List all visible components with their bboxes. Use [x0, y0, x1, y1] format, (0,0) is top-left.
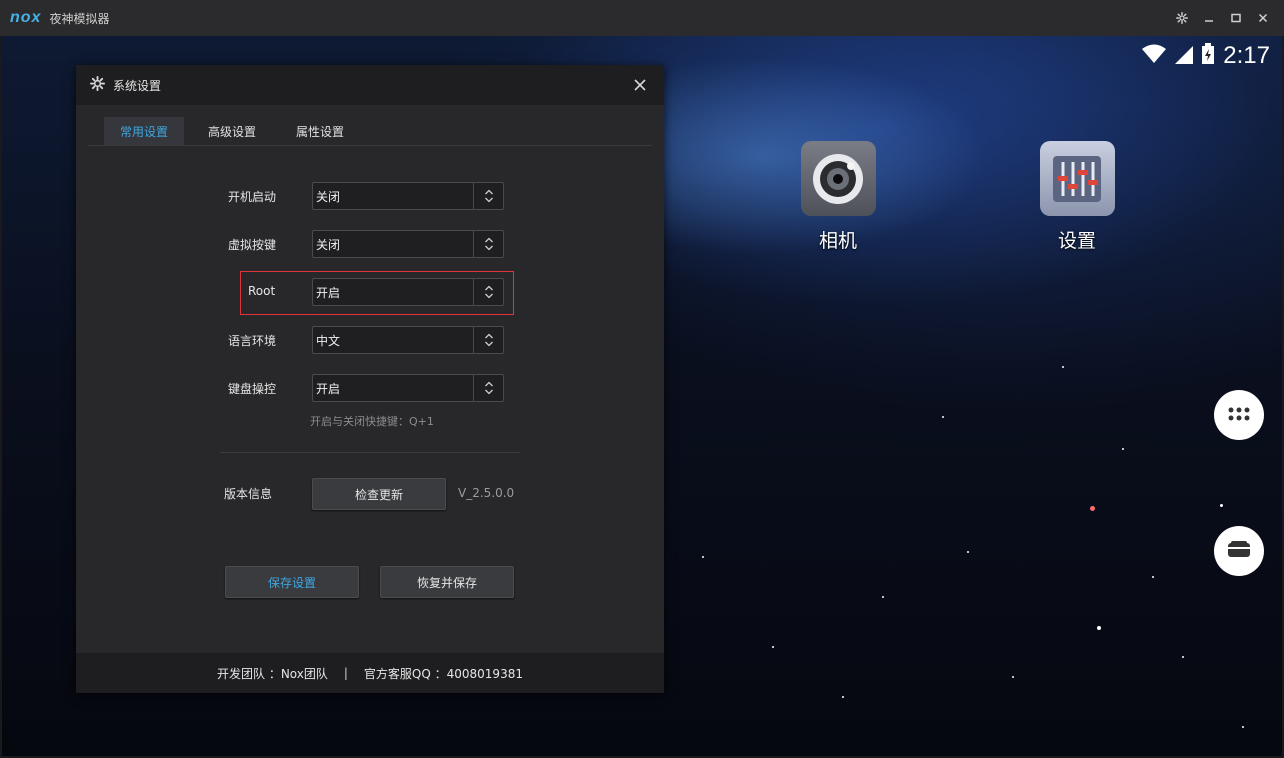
- camera-icon: [800, 141, 876, 216]
- root-label: Root: [248, 284, 276, 298]
- language-label: 语言环境: [228, 334, 277, 348]
- app-label: 设置: [1057, 230, 1096, 252]
- footer-divider: |: [343, 666, 348, 680]
- star-decoration: [772, 646, 774, 648]
- root-select[interactable]: 开启: [312, 278, 504, 306]
- version-info-label: 版本信息: [224, 487, 273, 501]
- star-decoration: [1122, 448, 1124, 450]
- select-value: 关闭: [316, 237, 341, 252]
- app-camera[interactable]: 相机: [783, 141, 893, 253]
- star-decoration: [1097, 626, 1101, 630]
- gear-icon[interactable]: [1168, 6, 1195, 30]
- dialog-title: 系统设置: [113, 78, 162, 93]
- section-divider: [220, 452, 520, 453]
- gear-icon: [90, 75, 105, 95]
- signal-icon: [1175, 44, 1194, 68]
- wifi-icon: [1141, 44, 1167, 68]
- emulator-titlebar: nox 夜神模拟器: [0, 0, 1284, 36]
- select-value: 开启: [316, 381, 341, 396]
- nox-logo: nox: [10, 9, 42, 26]
- wallet-icon: [1228, 541, 1250, 561]
- save-settings-button[interactable]: 保存设置: [225, 566, 359, 598]
- up-down-chevron-icon: [473, 375, 503, 401]
- star-decoration: [1242, 726, 1244, 728]
- virtual-keys-select[interactable]: 关闭: [312, 230, 504, 258]
- app-drawer-button[interactable]: [1214, 390, 1264, 440]
- star-decoration: [702, 556, 704, 558]
- boot-start-label: 开机启动: [228, 190, 277, 204]
- star-decoration: [967, 551, 969, 553]
- version-number: V_2.5.0.0: [458, 486, 515, 500]
- keyboard-shortcut-hint: 开启与关闭快捷键：Q+1: [310, 415, 434, 428]
- maximize-icon[interactable]: [1222, 6, 1249, 30]
- language-select[interactable]: 中文: [312, 326, 504, 354]
- tab-advanced[interactable]: 高级设置: [192, 117, 272, 145]
- boot-start-select[interactable]: 关闭: [312, 182, 504, 210]
- select-value: 中文: [316, 333, 341, 348]
- dialog-footer: 开发团队 ：Nox团队 | 官方客服QQ ：4008019381: [76, 653, 664, 693]
- select-value: 开启: [316, 285, 341, 300]
- tab-general[interactable]: 常用设置: [104, 117, 185, 145]
- app-title: 夜神模拟器: [49, 11, 110, 26]
- android-statusbar: 2:17: [1141, 42, 1270, 70]
- star-decoration: [882, 596, 884, 598]
- battery-charging-icon: [1201, 43, 1215, 69]
- select-value: 关闭: [316, 189, 341, 204]
- minimize-icon[interactable]: [1195, 6, 1222, 30]
- wallet-button[interactable]: [1214, 526, 1264, 576]
- star-decoration: [1090, 506, 1095, 511]
- virtual-keys-label: 虚拟按键: [228, 238, 277, 252]
- star-decoration: [1012, 676, 1014, 678]
- system-settings-dialog: 系统设置 常用设置 高级设置 属性设置 开机启动 关闭 虚拟按键 关闭 Root…: [76, 65, 664, 693]
- android-clock: 2:17: [1223, 42, 1270, 69]
- settings-sliders-icon: [1039, 141, 1115, 216]
- tab-properties[interactable]: 属性设置: [280, 117, 360, 145]
- star-decoration: [1152, 576, 1154, 578]
- dialog-close-button[interactable]: [628, 73, 652, 97]
- app-settings[interactable]: 设置: [1022, 141, 1132, 253]
- star-decoration: [1220, 504, 1223, 507]
- up-down-chevron-icon: [473, 231, 503, 257]
- up-down-chevron-icon: [473, 183, 503, 209]
- app-label: 相机: [818, 230, 857, 252]
- keyboard-control-label: 键盘操控: [228, 382, 277, 396]
- up-down-chevron-icon: [473, 279, 503, 305]
- window-controls: [1168, 0, 1276, 36]
- check-update-button[interactable]: 检查更新: [312, 478, 446, 510]
- star-decoration: [842, 696, 844, 698]
- star-decoration: [942, 416, 944, 418]
- up-down-chevron-icon: [473, 327, 503, 353]
- restore-and-save-button[interactable]: 恢复并保存: [380, 566, 514, 598]
- dev-team-text: 开发团队 ：Nox团队: [217, 666, 328, 681]
- settings-tabs: 常用设置 高级设置 属性设置: [104, 117, 368, 145]
- support-qq-text: 官方客服QQ ：4008019381: [363, 666, 523, 681]
- tab-divider: [88, 145, 652, 146]
- keyboard-control-select[interactable]: 开启: [312, 374, 504, 402]
- close-icon: [634, 75, 646, 96]
- star-decoration: [1062, 366, 1064, 368]
- app-drawer-icon: [1228, 406, 1250, 425]
- dialog-header: 系统设置: [76, 65, 664, 105]
- star-decoration: [1182, 656, 1184, 658]
- close-icon[interactable]: [1249, 6, 1276, 30]
